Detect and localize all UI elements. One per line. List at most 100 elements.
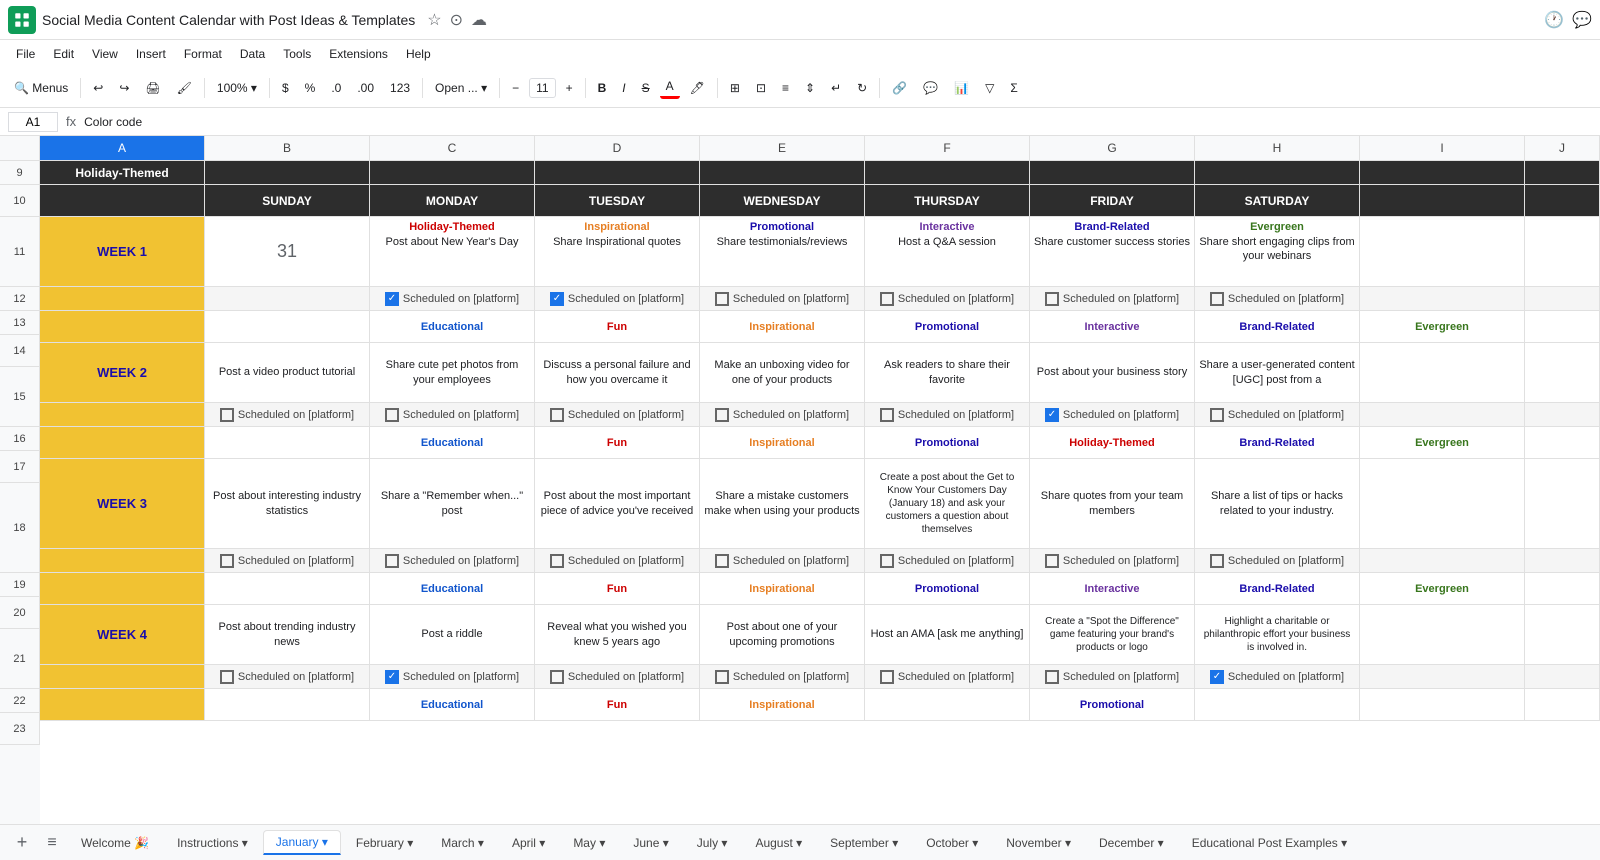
week3-check-f[interactable]: Scheduled on [platform] <box>865 549 1030 573</box>
menu-file[interactable]: File <box>8 45 43 63</box>
checkbox-w2-sat[interactable] <box>1210 408 1224 422</box>
increase-font[interactable]: + <box>560 78 579 98</box>
checkbox-w2-tue[interactable] <box>550 408 564 422</box>
menu-tools[interactable]: Tools <box>275 45 319 63</box>
paint-format-button[interactable]: 🖌 <box>171 78 198 98</box>
tab-february[interactable]: February ▾ <box>343 831 426 855</box>
checkbox-w4-mon[interactable]: ✓ <box>385 670 399 684</box>
checkbox-w3-tue[interactable] <box>550 554 564 568</box>
week3-check-c[interactable]: Scheduled on [platform] <box>370 549 535 573</box>
menu-view[interactable]: View <box>84 45 126 63</box>
week1-saturday-check[interactable]: Scheduled on [platform] <box>1195 287 1360 311</box>
tab-october[interactable]: October ▾ <box>913 831 991 855</box>
link-button[interactable]: 🔗 <box>886 78 913 98</box>
week3-check-h[interactable]: Scheduled on [platform] <box>1195 549 1360 573</box>
week4-check-e[interactable]: Scheduled on [platform] <box>700 665 865 689</box>
functions-button[interactable]: Σ <box>1004 78 1023 98</box>
col-header-i[interactable]: I <box>1360 136 1525 160</box>
merge-button[interactable]: ⊡ <box>750 78 772 98</box>
tab-educational[interactable]: Educational Post Examples ▾ <box>1179 831 1360 855</box>
week4-check-b[interactable]: Scheduled on [platform] <box>205 665 370 689</box>
checkbox-w2-wed[interactable] <box>715 408 729 422</box>
checkbox-w4-tue[interactable] <box>550 670 564 684</box>
checkbox-w1-sat[interactable] <box>1210 292 1224 306</box>
borders-button[interactable]: ⊞ <box>724 78 746 98</box>
week2-check-h[interactable]: Scheduled on [platform] <box>1195 403 1360 427</box>
tab-march[interactable]: March ▾ <box>428 831 497 855</box>
font-dropdown[interactable]: Open ... ▾ <box>429 78 493 98</box>
checkbox-w1-mon[interactable]: ✓ <box>385 292 399 306</box>
tab-august[interactable]: August ▾ <box>742 831 815 855</box>
tab-december[interactable]: December ▾ <box>1086 831 1177 855</box>
checkbox-w4-wed[interactable] <box>715 670 729 684</box>
tab-july[interactable]: July ▾ <box>684 831 741 855</box>
wrap-button[interactable]: ↵ <box>825 78 847 98</box>
zoom-dropdown[interactable]: 100% ▾ <box>211 78 263 98</box>
sheet-menu-button[interactable]: ≡ <box>38 829 66 857</box>
star-icon[interactable]: ☆ <box>427 10 441 30</box>
rotate-button[interactable]: ↻ <box>851 78 873 98</box>
checkbox-w3-thu[interactable] <box>880 554 894 568</box>
week3-check-b[interactable]: Scheduled on [platform] <box>205 549 370 573</box>
highlight-button[interactable]: 🖊 <box>684 78 711 98</box>
bold-button[interactable]: B <box>592 78 613 98</box>
week3-check-d[interactable]: Scheduled on [platform] <box>535 549 700 573</box>
checkbox-w3-mon[interactable] <box>385 554 399 568</box>
tab-welcome[interactable]: Welcome 🎉 <box>68 831 162 855</box>
week2-check-g[interactable]: ✓Scheduled on [platform] <box>1030 403 1195 427</box>
valign-button[interactable]: ⇕ <box>799 78 821 98</box>
history-icon[interactable]: ⊙ <box>450 10 463 30</box>
checkbox-w3-fri[interactable] <box>1045 554 1059 568</box>
more-formats[interactable]: 123 <box>384 78 416 98</box>
italic-button[interactable]: I <box>616 78 631 98</box>
checkbox-w3-wed[interactable] <box>715 554 729 568</box>
week4-check-c[interactable]: ✓Scheduled on [platform] <box>370 665 535 689</box>
checkbox-w3-sat[interactable] <box>1210 554 1224 568</box>
checkbox-w4-sat[interactable]: ✓ <box>1210 670 1224 684</box>
strikethrough-button[interactable]: S <box>636 78 656 98</box>
menu-edit[interactable]: Edit <box>45 45 82 63</box>
week4-check-f[interactable]: Scheduled on [platform] <box>865 665 1030 689</box>
col-header-b[interactable]: B <box>205 136 370 160</box>
week1-tuesday-check[interactable]: ✓ Scheduled on [platform] <box>535 287 700 311</box>
col-header-c[interactable]: C <box>370 136 535 160</box>
chart-button[interactable]: 📊 <box>948 78 975 98</box>
checkbox-w1-fri[interactable] <box>1045 292 1059 306</box>
menu-help[interactable]: Help <box>398 45 439 63</box>
print-button[interactable]: 🖨 <box>139 78 166 98</box>
week2-check-b[interactable]: Scheduled on [platform] <box>205 403 370 427</box>
week2-check-e[interactable]: Scheduled on [platform] <box>700 403 865 427</box>
tab-january[interactable]: January ▾ <box>263 830 341 855</box>
week3-check-g[interactable]: Scheduled on [platform] <box>1030 549 1195 573</box>
cell-reference[interactable]: A1 <box>8 112 58 132</box>
filter-button[interactable]: ▽ <box>979 78 1000 98</box>
checkbox-w1-thu[interactable] <box>880 292 894 306</box>
week4-check-d[interactable]: Scheduled on [platform] <box>535 665 700 689</box>
checkbox-w1-wed[interactable] <box>715 292 729 306</box>
percent-button[interactable]: % <box>299 78 322 98</box>
text-color-button[interactable]: A <box>660 76 680 99</box>
week1-thursday-check[interactable]: Scheduled on [platform] <box>865 287 1030 311</box>
increase-decimal[interactable]: .00 <box>351 78 380 98</box>
tab-september[interactable]: September ▾ <box>817 831 911 855</box>
tab-november[interactable]: November ▾ <box>993 831 1084 855</box>
redo-button[interactable]: ↪ <box>113 78 135 98</box>
activity-icon[interactable]: 🕐 <box>1544 10 1564 30</box>
week3-check-e[interactable]: Scheduled on [platform] <box>700 549 865 573</box>
checkbox-w2-sun[interactable] <box>220 408 234 422</box>
decrease-decimal[interactable]: .0 <box>325 78 347 98</box>
col-header-e[interactable]: E <box>700 136 865 160</box>
col-header-f[interactable]: F <box>865 136 1030 160</box>
col-header-h[interactable]: H <box>1195 136 1360 160</box>
undo-button[interactable]: ↩ <box>87 78 109 98</box>
menu-format[interactable]: Format <box>176 45 230 63</box>
col-header-g[interactable]: G <box>1030 136 1195 160</box>
checkbox-w2-mon[interactable] <box>385 408 399 422</box>
tab-instructions[interactable]: Instructions ▾ <box>164 831 261 855</box>
menu-data[interactable]: Data <box>232 45 273 63</box>
comment-button[interactable]: 💬 <box>917 78 944 98</box>
week1-friday-check[interactable]: Scheduled on [platform] <box>1030 287 1195 311</box>
col-header-d[interactable]: D <box>535 136 700 160</box>
col-header-a[interactable]: A <box>40 136 205 160</box>
menu-extensions[interactable]: Extensions <box>321 45 396 63</box>
